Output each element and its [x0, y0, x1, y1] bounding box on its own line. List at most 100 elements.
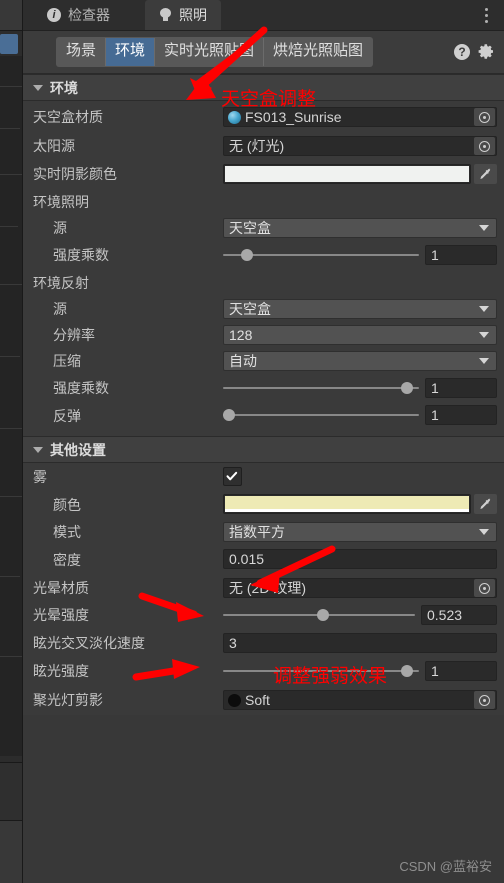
group-environment-lighting: 环境照明: [23, 189, 504, 215]
label-reflection-resolution: 分辨率: [53, 327, 95, 343]
reflection-bounces-slider[interactable]: [222, 405, 419, 425]
tab-lighting-label: 照明: [179, 7, 207, 23]
tab-realtime-lightmaps[interactable]: 实时光照贴图: [155, 38, 265, 66]
section-header-environment-label: 环境: [50, 79, 78, 96]
label-env-reflections-source: 源: [53, 301, 67, 317]
eyedropper-icon[interactable]: [474, 164, 497, 184]
checkmark-icon: [226, 471, 238, 481]
chevron-down-icon: [479, 358, 489, 364]
flare-fade-speed-input[interactable]: 3: [223, 633, 497, 653]
label-env-lighting-source: 源: [53, 220, 67, 236]
row-env-lighting-source: 源 天空盒: [23, 215, 504, 241]
object-picker-icon[interactable]: [474, 108, 495, 126]
flare-strength-slider[interactable]: [223, 661, 419, 681]
object-picker-icon[interactable]: [474, 579, 495, 597]
chevron-down-icon: [479, 225, 489, 231]
label-realtime-shadow-color: 实时阴影颜色: [33, 166, 117, 182]
reflection-resolution-value: 128: [229, 327, 253, 343]
label-halo-strength: 光晕强度: [33, 607, 89, 623]
object-picker-icon[interactable]: [474, 691, 495, 709]
gear-icon[interactable]: [478, 43, 495, 60]
row-env-reflections-source: 源 天空盒: [23, 296, 504, 322]
reflection-resolution-dropdown[interactable]: 128: [223, 325, 497, 345]
object-picker-icon[interactable]: [474, 137, 495, 155]
color-swatch-fill: [225, 166, 469, 182]
row-spot-cookie: 聚光灯剪影 Soft: [23, 685, 504, 715]
slider-handle[interactable]: [401, 665, 414, 677]
label-fog-mode: 模式: [53, 524, 81, 540]
halo-texture-field[interactable]: 无 (2D 纹理): [223, 578, 497, 598]
info-icon: i: [47, 8, 61, 22]
reflection-intensity-value[interactable]: 1: [425, 378, 497, 398]
fog-color-swatch[interactable]: [223, 494, 471, 514]
lighting-mode-toolbar: 场景 环境 实时光照贴图 烘焙光照贴图 ?: [23, 31, 504, 74]
slider-handle[interactable]: [240, 249, 253, 261]
halo-strength-value[interactable]: 0.523: [421, 605, 497, 625]
row-reflection-compression: 压缩 自动: [23, 348, 504, 374]
reflection-compression-dropdown[interactable]: 自动: [223, 351, 497, 371]
env-lighting-intensity-slider[interactable]: [223, 245, 419, 265]
help-icon[interactable]: ?: [454, 44, 470, 60]
slider-handle[interactable]: [316, 609, 329, 621]
reflection-intensity-control: 1: [223, 378, 497, 398]
section-header-environment[interactable]: 环境: [23, 74, 504, 101]
row-reflection-intensity: 强度乘数 1: [23, 374, 504, 401]
spot-cookie-field[interactable]: Soft: [223, 690, 497, 710]
row-reflection-resolution: 分辨率 128: [23, 322, 504, 348]
halo-texture-value: 无 (2D 纹理): [229, 580, 306, 596]
row-fog: 雾: [23, 463, 504, 490]
label-env-lighting-intensity: 强度乘数: [53, 247, 109, 263]
window-tabbar: i 检查器 照明: [23, 0, 504, 31]
label-halo-texture: 光晕材质: [33, 580, 89, 596]
section-header-other-settings-label: 其他设置: [50, 441, 106, 458]
env-lighting-source-value: 天空盒: [229, 220, 271, 236]
tab-scene[interactable]: 场景: [57, 38, 107, 66]
row-sun-source: 太阳源 无 (灯光): [23, 133, 504, 159]
label-fog-density: 密度: [53, 552, 81, 568]
env-lighting-intensity-control: 1: [223, 245, 497, 265]
env-reflections-source-dropdown[interactable]: 天空盒: [223, 299, 497, 319]
sun-source-value: 无 (灯光): [229, 138, 285, 154]
slider-track: [223, 387, 419, 389]
environment-settings-content: 环境 天空盒材质 FS013_Sunrise 太阳源 无 (灯光) 实时阴影颜色: [23, 74, 504, 874]
chevron-down-icon: [479, 529, 489, 535]
fog-density-input[interactable]: 0.015: [223, 549, 497, 569]
flare-strength-control: 1: [223, 661, 497, 681]
chevron-down-icon: [479, 332, 489, 338]
tab-baked-lightmaps[interactable]: 烘焙光照贴图: [264, 38, 373, 66]
alpha-bar: [225, 509, 469, 512]
reflection-bounces-value[interactable]: 1: [425, 405, 497, 425]
tab-inspector[interactable]: i 检查器: [33, 0, 124, 30]
sun-source-field[interactable]: 无 (灯光): [223, 136, 497, 156]
watermark: CSDN @蓝裕安: [399, 859, 492, 874]
eyedropper-icon[interactable]: [474, 494, 497, 514]
skybox-material-field[interactable]: FS013_Sunrise: [223, 107, 497, 127]
adjacent-panel-tabbar: [0, 0, 22, 31]
reflection-compression-value: 自动: [229, 353, 257, 369]
reflection-intensity-slider[interactable]: [223, 378, 419, 398]
halo-strength-control: 0.523: [223, 605, 497, 625]
halo-strength-slider[interactable]: [223, 605, 415, 625]
slider-handle[interactable]: [222, 409, 235, 421]
fog-color-field[interactable]: [223, 494, 497, 514]
adjacent-panel-selected-item: [0, 34, 18, 54]
realtime-shadow-color-swatch[interactable]: [223, 164, 471, 184]
tab-environment[interactable]: 环境: [106, 38, 156, 66]
label-reflection-bounces: 反弹: [53, 407, 81, 424]
env-lighting-source-dropdown[interactable]: 天空盒: [223, 218, 497, 238]
env-reflections-source-value: 天空盒: [229, 301, 271, 317]
env-lighting-intensity-value[interactable]: 1: [425, 245, 497, 265]
label-sun-source: 太阳源: [33, 138, 75, 154]
kebab-menu-icon[interactable]: [478, 5, 494, 25]
label-fog-color: 颜色: [53, 496, 81, 513]
fog-checkbox[interactable]: [223, 467, 242, 486]
material-sphere-icon: [228, 110, 241, 124]
flare-strength-value[interactable]: 1: [425, 661, 497, 681]
texture-thumbnail-icon: [228, 693, 241, 707]
slider-handle[interactable]: [401, 382, 414, 394]
section-header-other-settings[interactable]: 其他设置: [23, 436, 504, 463]
realtime-shadow-color-field[interactable]: [223, 164, 497, 184]
tab-lighting[interactable]: 照明: [145, 0, 221, 30]
slider-track: [223, 414, 419, 416]
fog-mode-dropdown[interactable]: 指数平方: [223, 522, 497, 542]
